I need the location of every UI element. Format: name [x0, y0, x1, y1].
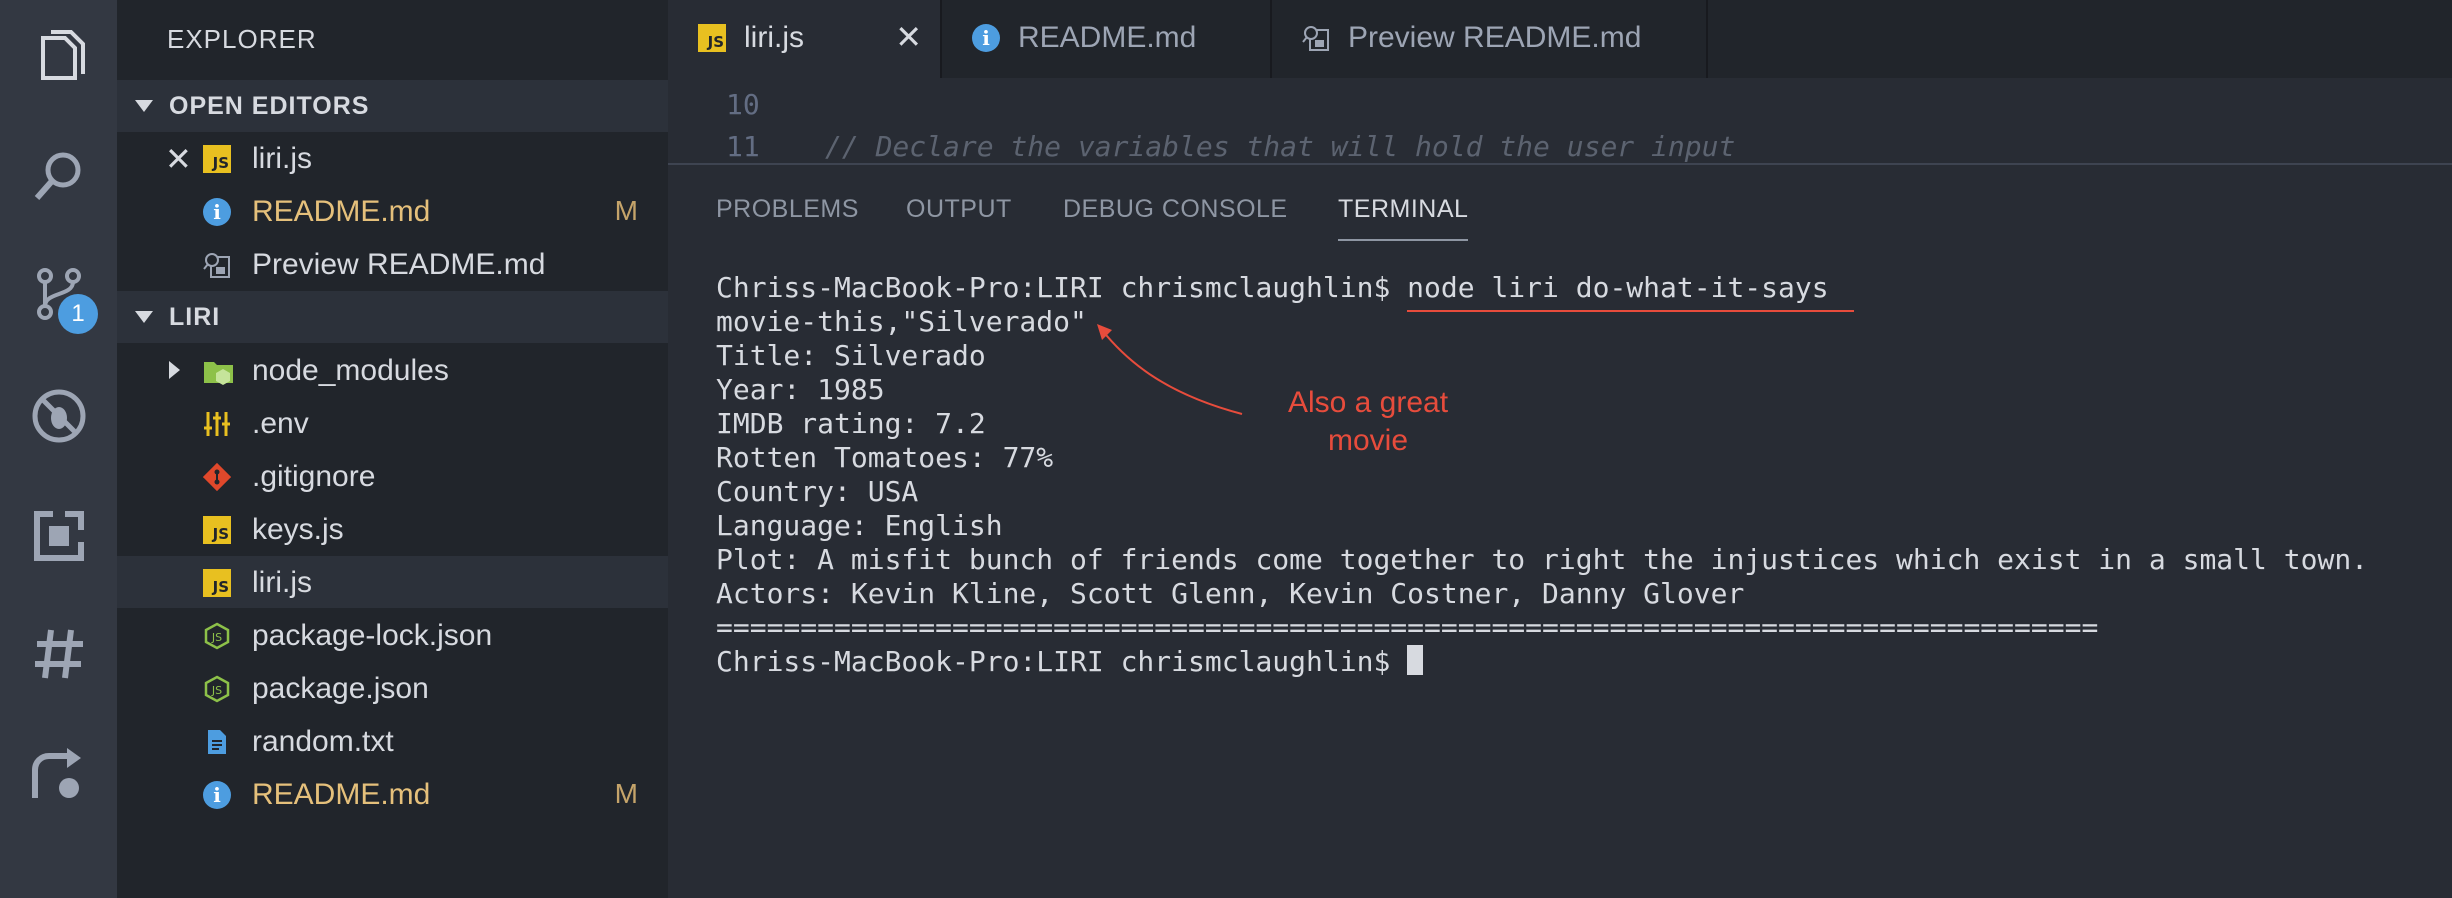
open-editor-preview-readme[interactable]: Preview README.md — [117, 238, 668, 290]
info-icon: i — [203, 781, 231, 809]
sidebar-title: EXPLORER — [167, 24, 317, 54]
terminal-line: movie-this,"Silverado" — [716, 305, 1087, 338]
tree-item-label: package-lock.json — [252, 619, 493, 652]
terminal-line: Country: USA — [716, 475, 919, 508]
tab-label: README.md — [1018, 21, 1197, 54]
chevron-down-icon — [135, 100, 153, 112]
tree-item-random-txt[interactable]: random.txt — [117, 715, 668, 767]
open-editor-label: liri.js — [252, 142, 312, 175]
tree-item-label: keys.js — [252, 513, 344, 546]
modified-badge: M — [614, 778, 638, 809]
tree-item-package-json[interactable]: JS package.json — [117, 662, 668, 714]
terminal-prompt: Chriss-MacBook-Pro:LIRI chrismclaughlin$ — [716, 271, 1408, 304]
svg-text:JS: JS — [211, 631, 222, 644]
section-label: LIRI — [169, 302, 221, 331]
terminal-line: Actors: Kevin Kline, Scott Glenn, Kevin … — [716, 577, 1745, 610]
annotation-text: movie — [1327, 424, 1409, 457]
modified-badge: M — [614, 195, 638, 226]
annotation-text: Also a great — [1287, 386, 1449, 419]
tab-problems[interactable]: PROBLEMS — [716, 195, 859, 224]
tree-item-keys-js[interactable]: JS keys.js — [117, 503, 668, 555]
js-icon: JS — [203, 569, 231, 597]
annotation-note: Also a great movie — [1268, 384, 1468, 460]
tree-item-liri-js[interactable]: JS liri.js — [117, 556, 668, 608]
live-share-icon[interactable] — [0, 724, 117, 824]
scm-badge: 1 — [58, 294, 98, 334]
line-number: 10 — [726, 88, 760, 121]
explorer-icon[interactable] — [0, 8, 117, 108]
tree-item-package-lock[interactable]: JS package-lock.json — [117, 609, 668, 661]
tab-label: Preview README.md — [1348, 21, 1642, 54]
nodejs-icon: JS — [203, 675, 231, 703]
terminal-prompt: Chriss-MacBook-Pro:LIRI chrismclaughlin$ — [716, 645, 1408, 678]
tree-item-label: .env — [252, 407, 309, 440]
tab-terminal[interactable]: TERMINAL — [1338, 195, 1468, 224]
svg-text:JS: JS — [211, 684, 222, 697]
terminal-line: Rotten Tomatoes: 77% — [716, 441, 1054, 474]
search-icon[interactable] — [0, 126, 117, 226]
line-number: 11 — [726, 130, 760, 163]
terminal-line: Year: 1985 — [716, 373, 885, 406]
debug-icon[interactable] — [0, 366, 117, 466]
tree-item-node-modules[interactable]: node_modules — [117, 344, 668, 396]
close-icon[interactable]: ✕ — [895, 18, 922, 56]
explorer-sidebar: EXPLORER OPEN EDITORS ✕ JS liri.js i REA… — [117, 0, 668, 898]
tree-item-label: random.txt — [252, 725, 394, 758]
section-label: OPEN EDITORS — [169, 91, 370, 120]
terminal-output[interactable]: Chriss-MacBook-Pro:LIRI chrismclaughlin$… — [716, 271, 2368, 679]
tab-liri-js[interactable]: JS liri.js ✕ — [668, 0, 942, 78]
active-tab-indicator — [1338, 239, 1468, 241]
tree-item-env[interactable]: .env — [117, 397, 668, 449]
bottom-panel: PROBLEMS OUTPUT DEBUG CONSOLE TERMINAL C… — [668, 165, 2452, 898]
info-icon: i — [972, 24, 1000, 52]
project-section[interactable]: LIRI — [117, 291, 668, 343]
tab-label: liri.js — [744, 21, 804, 54]
editor-tab-bar: JS liri.js ✕ i README.md Preview README.… — [668, 0, 2452, 78]
tree-item-label: liri.js — [252, 566, 312, 599]
open-editors-section[interactable]: OPEN EDITORS — [117, 80, 668, 132]
tab-output[interactable]: OUTPUT — [906, 195, 1012, 224]
js-icon: JS — [203, 145, 231, 173]
js-icon: JS — [203, 516, 231, 544]
tree-item-readme[interactable]: i README.md M — [117, 768, 668, 820]
open-editor-label: README.md — [252, 195, 431, 228]
tab-preview-readme[interactable]: Preview README.md — [1272, 0, 1708, 78]
open-editor-label: Preview README.md — [252, 248, 546, 281]
hashtag-icon[interactable] — [0, 604, 117, 704]
tab-debug-console[interactable]: DEBUG CONSOLE — [1063, 195, 1288, 224]
tree-item-label: node_modules — [252, 354, 449, 387]
source-control-icon[interactable] — [0, 244, 117, 344]
chevron-right-icon — [169, 361, 180, 379]
extensions-icon[interactable] — [0, 486, 117, 586]
settings-icon — [203, 410, 231, 438]
terminal-line: Plot: A misfit bunch of friends come tog… — [716, 543, 2369, 576]
text-file-icon — [203, 728, 231, 756]
info-icon: i — [203, 198, 231, 226]
tree-item-label: README.md — [252, 778, 431, 811]
chevron-down-icon — [135, 311, 153, 323]
terminal-line: IMDB rating: 7.2 — [716, 407, 986, 440]
tree-item-label: .gitignore — [252, 460, 376, 493]
terminal-separator: ========================================… — [716, 611, 2099, 644]
git-icon — [202, 462, 232, 492]
preview-icon — [203, 251, 231, 279]
code-editor[interactable]: 10 11 // Declare the variables that will… — [668, 78, 2452, 163]
tree-item-gitignore[interactable]: .gitignore — [117, 450, 668, 502]
terminal-line: Language: English — [716, 509, 1003, 542]
tab-readme[interactable]: i README.md — [942, 0, 1272, 78]
close-icon[interactable]: ✕ — [165, 140, 192, 178]
activity-bar: 1 — [0, 0, 117, 898]
terminal-line: Title: Silverado — [716, 339, 986, 372]
nodejs-icon: JS — [203, 622, 231, 650]
tree-item-label: package.json — [252, 672, 429, 705]
open-editor-readme[interactable]: i README.md M — [117, 185, 668, 237]
folder-icon — [203, 357, 233, 385]
terminal-cursor — [1407, 645, 1424, 675]
code-line: // Declare the variables that will hold … — [825, 130, 1736, 163]
terminal-command: node liri do-what-it-says — [1407, 271, 1829, 304]
open-editor-liri-js[interactable]: ✕ JS liri.js — [117, 132, 668, 184]
preview-icon — [1302, 24, 1330, 52]
js-icon: JS — [698, 24, 726, 52]
